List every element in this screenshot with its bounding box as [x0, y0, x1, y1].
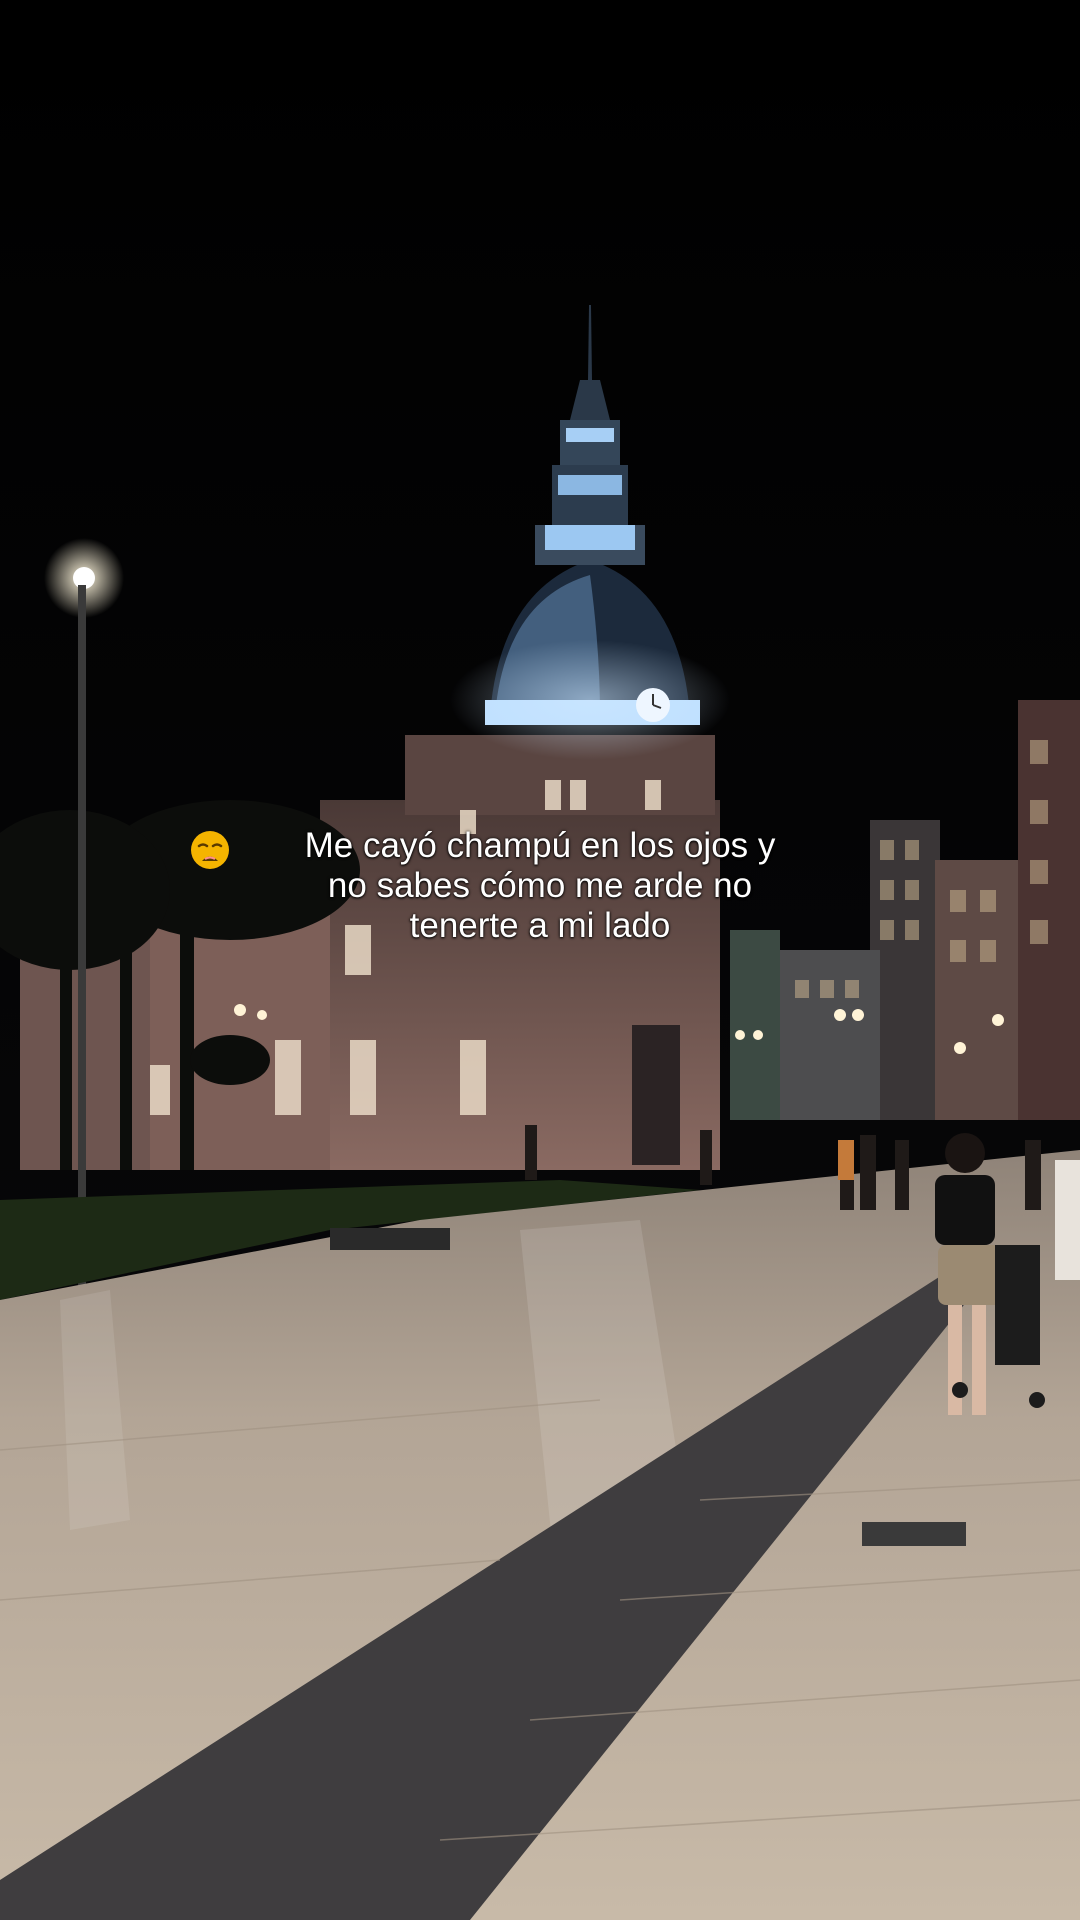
- drain-grate: [862, 1522, 966, 1546]
- caption-line-2: no sabes cómo me arde no: [327, 866, 753, 905]
- night-plaza-photo: [0, 0, 1080, 1920]
- weary-face-icon: [191, 831, 229, 869]
- caption-line-1: Me cayó champú en los ojos y: [304, 826, 776, 865]
- caption-line-3: tenerte a mi lado: [409, 906, 671, 945]
- bench: [330, 1228, 450, 1250]
- caption-overlay: Me cayó champú en los ojos y no sabes có…: [190, 826, 890, 946]
- photo-scene: Me cayó champú en los ojos y no sabes có…: [0, 0, 1080, 1920]
